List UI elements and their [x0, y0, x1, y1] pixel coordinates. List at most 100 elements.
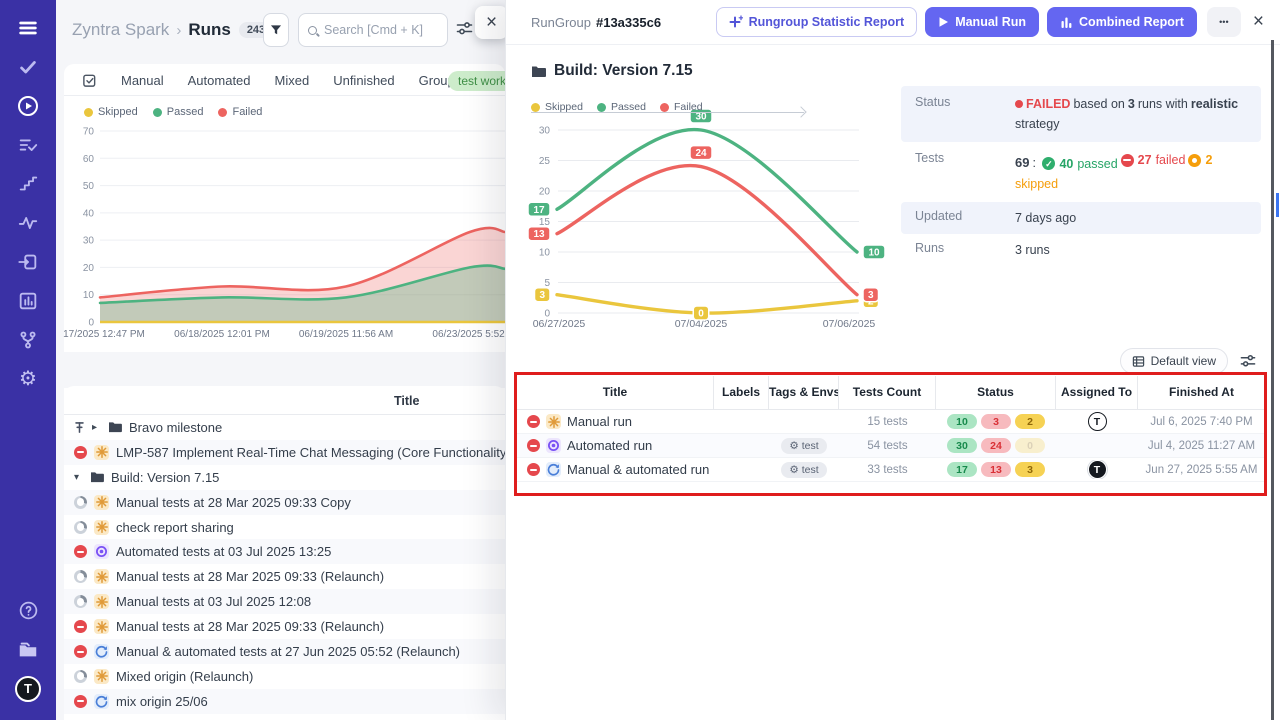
table-row[interactable]: Manual run15 tests1032TJul 6, 2025 7:40 … [517, 410, 1265, 434]
scrollbar-thumb[interactable] [1276, 193, 1279, 217]
run-link[interactable]: Automated run [567, 438, 652, 453]
svg-text:3: 3 [868, 290, 874, 301]
list-item[interactable]: Manual tests at 03 Jul 2025 12:08 [64, 589, 505, 614]
svg-text:30: 30 [539, 126, 551, 137]
window-edge [1271, 40, 1274, 720]
list-item[interactable]: Automated tests at 03 Jul 2025 13:25 [64, 539, 505, 564]
failed-pill: 3 [981, 414, 1011, 429]
sidebar-item-tasks-check[interactable] [8, 47, 48, 86]
legend-item-passed[interactable]: Passed [597, 101, 646, 113]
svg-text:06/23/2025 5:52 F: 06/23/2025 5:52 F [432, 329, 505, 340]
table-row[interactable]: Manual & automated run⚙test33 tests17133… [517, 458, 1265, 482]
run-title[interactable]: check report sharing [116, 520, 234, 535]
list-item[interactable]: Manual tests at 28 Mar 2025 09:33 (Relau… [64, 564, 505, 589]
filter-button[interactable] [263, 13, 289, 47]
more-actions-button[interactable]: ••• [1207, 7, 1241, 37]
tab-mixed[interactable]: Mixed [275, 73, 310, 88]
rungroup-info: Status FAILEDbased on3runs withrealistic… [901, 86, 1261, 266]
run-title[interactable]: Manual tests at 28 Mar 2025 09:33 (Relau… [116, 619, 384, 634]
status-value: FAILEDbased on3runs withrealisticstrateg… [1015, 94, 1247, 134]
tab-manual[interactable]: Manual [121, 73, 164, 88]
table-row[interactable]: Automated run⚙test54 tests30240Jul 4, 20… [517, 434, 1265, 458]
search-box[interactable] [298, 13, 448, 47]
sidebar-item-pulse-analytics[interactable] [8, 203, 48, 242]
sidebar-item-menu[interactable] [8, 8, 48, 47]
sidebar-item-account-avatar[interactable]: T [8, 669, 48, 708]
run-title[interactable]: Manual tests at 28 Mar 2025 09:33 (Relau… [116, 569, 384, 584]
passed-check-icon: ✓ [1042, 157, 1055, 170]
view-settings-button[interactable] [456, 20, 473, 40]
reports-chart-icon [17, 290, 39, 312]
run-link[interactable]: Manual run [567, 414, 632, 429]
svg-text:06/18/2025 12:01 PM: 06/18/2025 12:01 PM [174, 329, 270, 340]
column-header-status[interactable]: Status [936, 376, 1056, 409]
sidebar-item-settings-gear[interactable]: ⚙ [8, 359, 48, 398]
run-title[interactable]: Manual tests at 03 Jul 2025 12:08 [116, 594, 311, 609]
active-filter-pill[interactable]: test work [448, 71, 505, 91]
combined-report-button[interactable]: Combined Report [1047, 7, 1197, 37]
sidebar-item-pull-requests[interactable] [8, 242, 48, 281]
svg-text:07/06/2025: 07/06/2025 [823, 318, 876, 330]
column-header-finished-at[interactable]: Finished At [1138, 376, 1265, 409]
run-title[interactable]: Manual & automated tests at 27 Jun 2025 … [116, 644, 460, 659]
table-settings-button[interactable] [1240, 353, 1256, 369]
gear-icon: ⚙ [789, 440, 798, 452]
list-item[interactable]: Manual tests at 28 Mar 2025 09:33 (Relau… [64, 614, 505, 639]
legend-item-failed[interactable]: Failed [660, 101, 703, 113]
caret-down-icon[interactable]: ▾ [74, 472, 83, 483]
list-item[interactable]: Manual tests at 28 Mar 2025 09:33 Copy [64, 490, 505, 515]
close-panel-button[interactable]: × [475, 6, 505, 39]
run-title[interactable]: Manual tests at 28 Mar 2025 09:33 Copy [116, 495, 351, 510]
close-drawer-button[interactable]: × [1253, 11, 1264, 33]
run-title[interactable]: Build: Version 7.15 [111, 470, 219, 485]
sidebar-item-branches[interactable] [8, 320, 48, 359]
run-title[interactable]: LMP-587 Implement Real-Time Chat Messagi… [116, 445, 505, 460]
folder-icon [108, 421, 122, 433]
tab-unfinished[interactable]: Unfinished [333, 73, 394, 88]
sidebar-item-steps[interactable] [8, 164, 48, 203]
test-plans-icon [17, 134, 39, 156]
list-item[interactable]: Manual & automated tests at 27 Jun 2025 … [64, 639, 505, 664]
origin-mixed-icon [94, 644, 109, 659]
legend-item-skipped[interactable]: Skipped [531, 101, 583, 113]
sidebar-item-help[interactable] [8, 591, 48, 630]
list-item[interactable]: check report sharing [64, 515, 505, 540]
column-header-title[interactable]: Title [517, 376, 714, 409]
updated-row: Updated 7 days ago [901, 202, 1261, 234]
list-item[interactable]: Mixed origin (Relaunch) [64, 664, 505, 689]
run-link[interactable]: Manual & automated run [567, 462, 709, 477]
default-view-button[interactable]: Default view [1120, 348, 1228, 374]
run-title[interactable]: Bravo milestone [129, 420, 222, 435]
list-item[interactable]: ▾ Build: Version 7.15 [64, 465, 505, 490]
list-item[interactable]: ▸ Bravo milestone [64, 415, 505, 440]
search-icon [308, 26, 317, 35]
run-title[interactable]: Automated tests at 03 Jul 2025 13:25 [116, 544, 331, 559]
manual-run-button[interactable]: Manual Run [925, 7, 1039, 37]
column-header-labels[interactable]: Labels [714, 376, 769, 409]
select-all-icon[interactable] [82, 73, 97, 88]
list-item[interactable]: mix origin 25/06 [64, 689, 505, 714]
column-header-tags-envs[interactable]: Tags & Envs [769, 376, 839, 409]
run-title[interactable]: mix origin 25/06 [116, 694, 208, 709]
run-title[interactable]: Mixed origin (Relaunch) [116, 669, 253, 684]
funnel-icon [269, 23, 283, 37]
assignee-avatar: T [1088, 460, 1107, 479]
list-item[interactable]: LMP-587 Implement Real-Time Chat Messagi… [64, 440, 505, 465]
column-header-assigned-to[interactable]: Assigned To [1056, 376, 1138, 409]
search-input[interactable] [324, 23, 434, 37]
column-header-tests-count[interactable]: Tests Count [839, 376, 936, 409]
caret-right-icon[interactable]: ▸ [92, 422, 101, 433]
tag-pill[interactable]: ⚙test [781, 462, 826, 478]
sidebar-item-runs-play[interactable] [8, 86, 48, 125]
breadcrumb-project[interactable]: Zyntra Spark [72, 20, 169, 40]
run-status-failed-icon [527, 439, 540, 452]
tag-pill[interactable]: ⚙test [781, 438, 826, 454]
help-icon [18, 600, 39, 621]
origin-manual-icon [546, 414, 561, 429]
rungroup-statistic-report-button[interactable]: Rungroup Statistic Report [716, 7, 918, 37]
sidebar-item-reports-chart[interactable] [8, 281, 48, 320]
sidebar-item-projects-folder[interactable] [8, 630, 48, 669]
tab-automated[interactable]: Automated [188, 73, 251, 88]
svg-text:60: 60 [83, 154, 95, 165]
sidebar-item-test-plans[interactable] [8, 125, 48, 164]
